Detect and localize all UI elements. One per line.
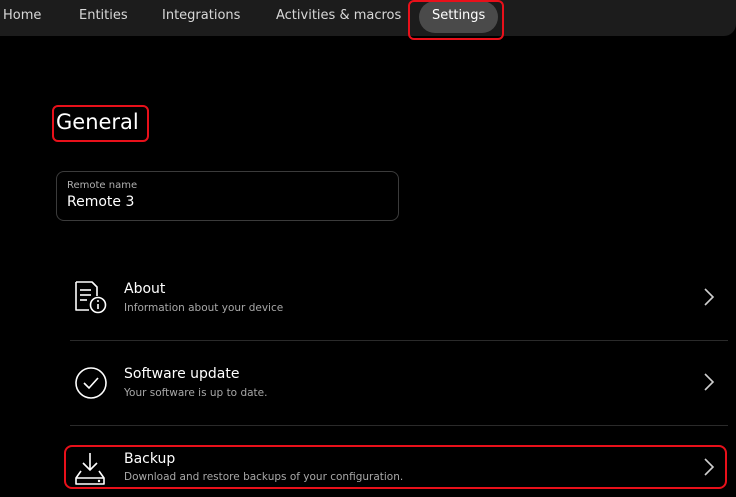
about-subtitle: Information about your device — [124, 302, 284, 314]
top-navigation: Home Entities Integrations Activities & … — [0, 0, 736, 36]
software-update-subtitle: Your software is up to date. — [124, 387, 268, 399]
tab-entities[interactable]: Entities — [79, 0, 128, 34]
settings-tab-highlight — [408, 0, 504, 40]
document-info-icon — [75, 281, 107, 314]
chevron-right-icon — [704, 373, 715, 391]
settings-item-software-update[interactable]: Software update Your software is up to d… — [70, 340, 728, 424]
backup-highlight — [64, 445, 727, 489]
chevron-right-icon — [704, 288, 715, 306]
page-title-highlight — [52, 105, 149, 142]
software-update-title: Software update — [124, 366, 240, 382]
tab-integrations[interactable]: Integrations — [162, 0, 240, 34]
remote-name-label: Remote name — [67, 180, 138, 191]
tab-activities-macros[interactable]: Activities & macros — [276, 0, 401, 34]
tab-home[interactable]: Home — [3, 0, 41, 34]
remote-name-field[interactable]: Remote name Remote 3 — [56, 171, 399, 221]
settings-item-about[interactable]: About Information about your device — [70, 255, 728, 339]
remote-name-value[interactable]: Remote 3 — [67, 194, 134, 210]
check-circle-icon — [75, 367, 107, 399]
about-title: About — [124, 281, 166, 297]
